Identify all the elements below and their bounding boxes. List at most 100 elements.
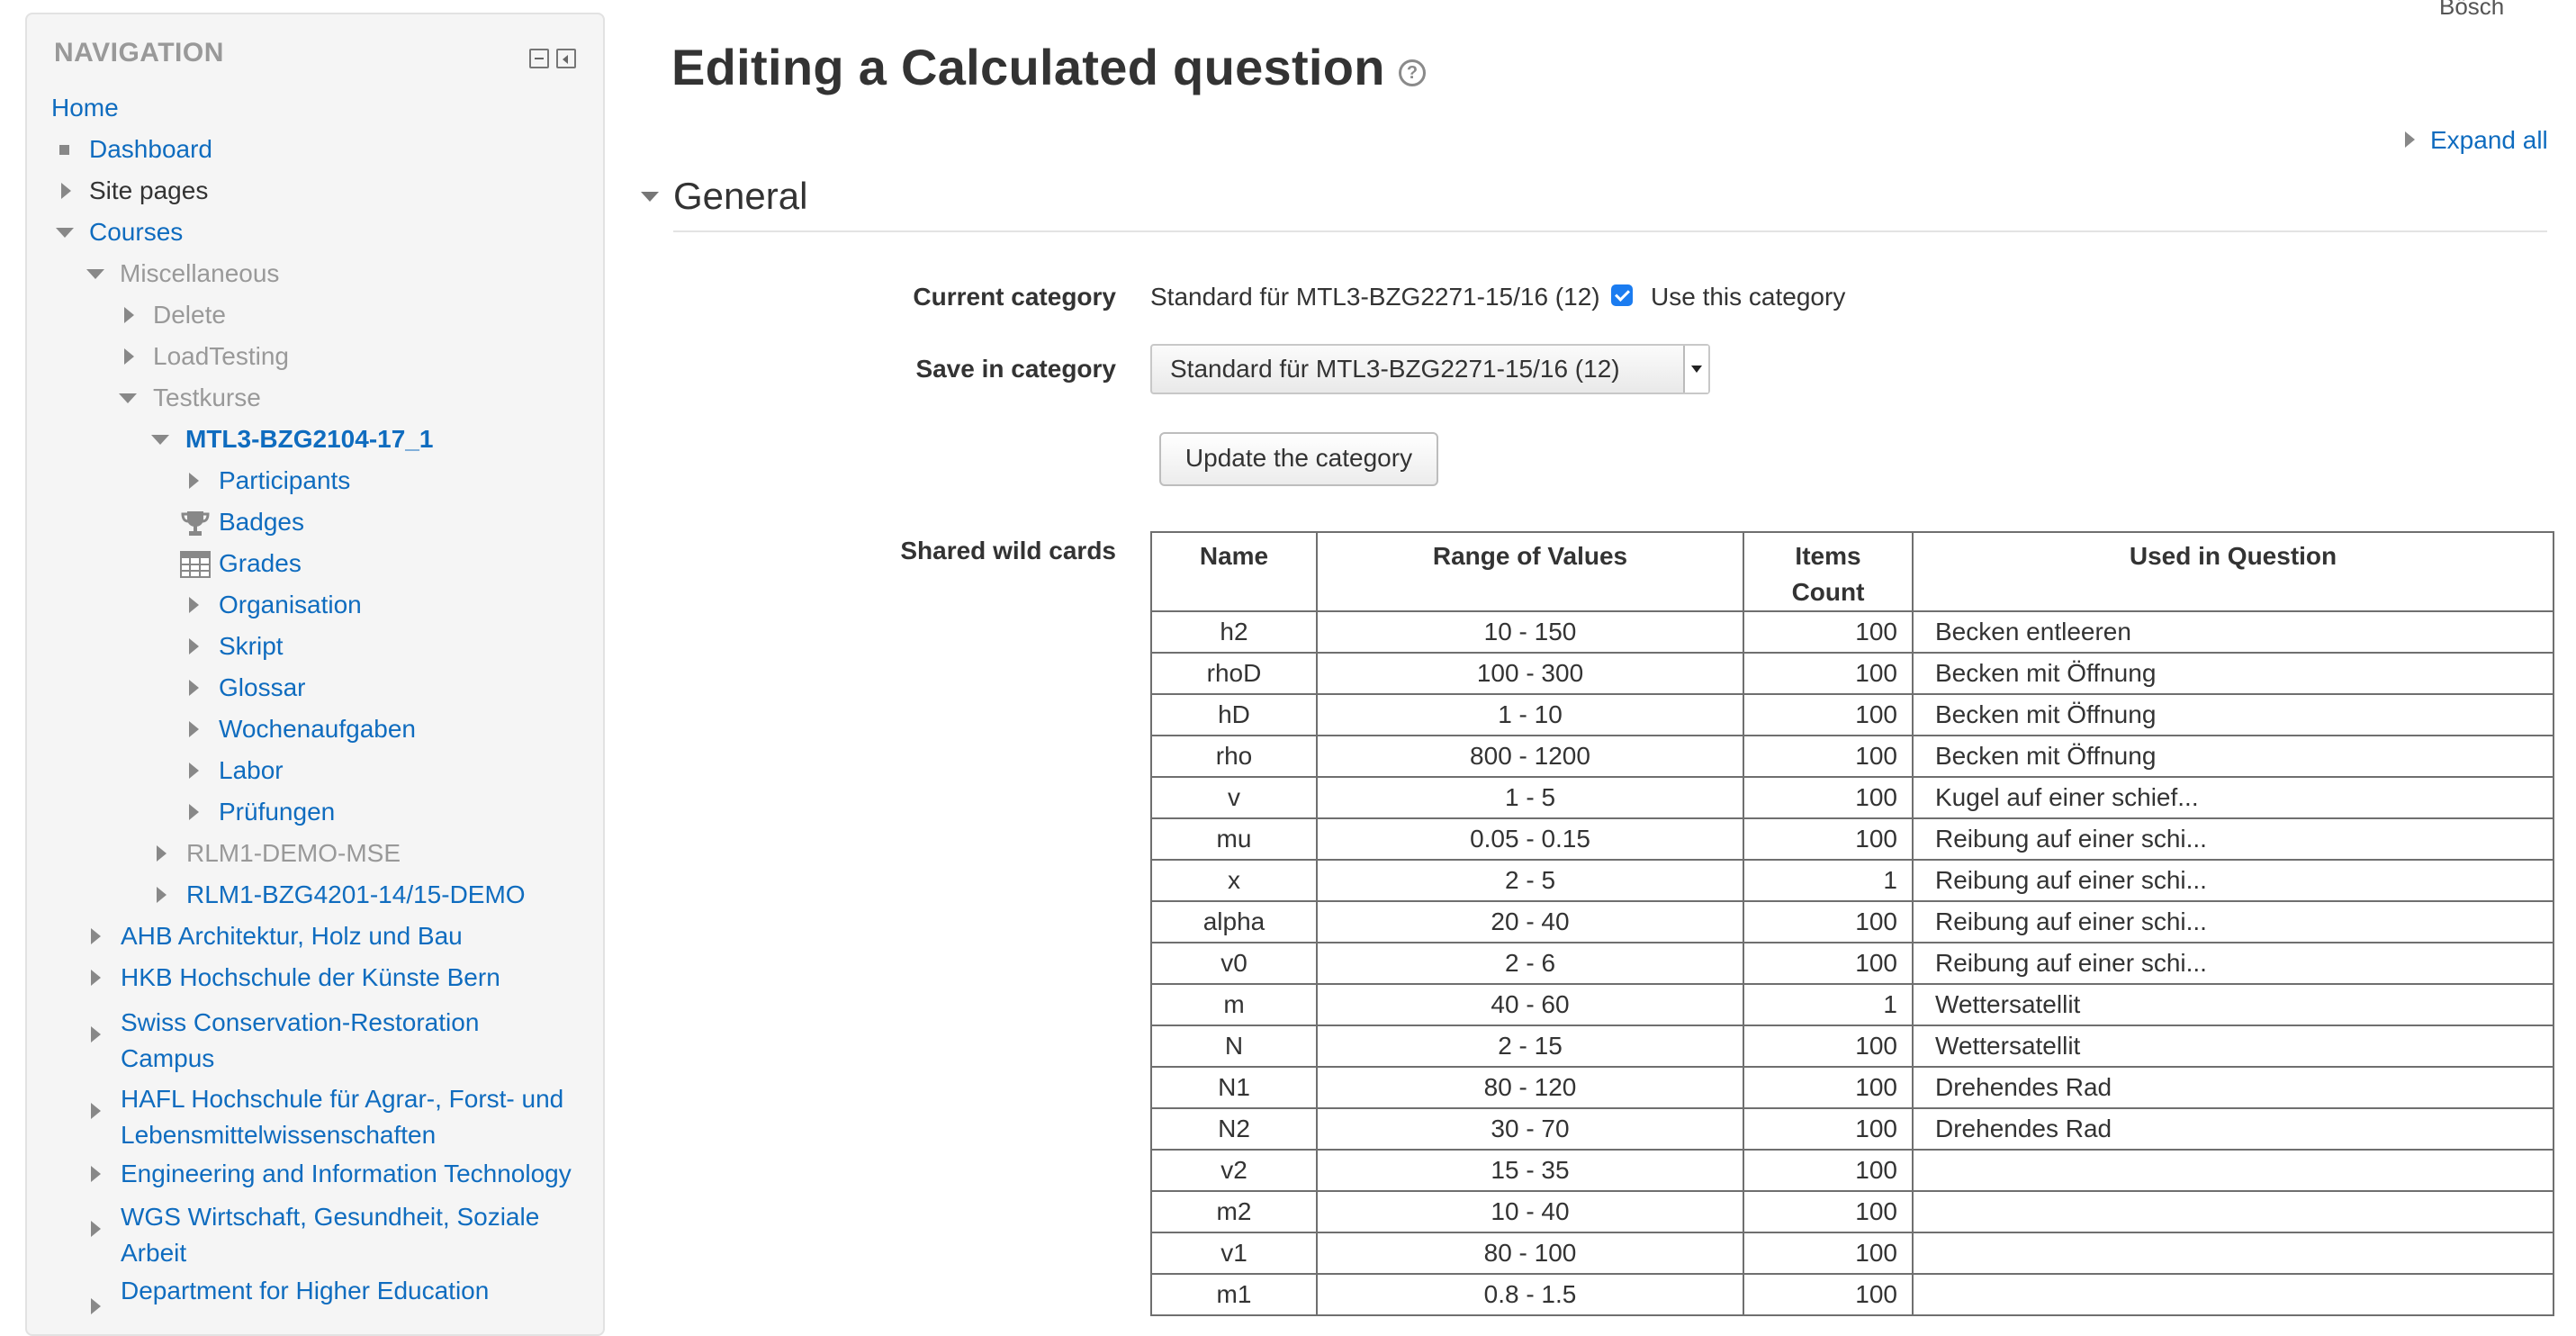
cell-items-count: 100: [1743, 942, 1914, 985]
nav-item-wochenaufgaben[interactable]: Wochenaufgaben: [189, 715, 416, 744]
table-row: alpha 20 - 40 100 Reibung auf einer schi...: [1150, 900, 2554, 943]
expand-icon: [157, 845, 167, 862]
cell-range: 0.05 - 0.15: [1316, 817, 1744, 861]
collapse-icon: [86, 269, 104, 279]
table-row: N1 80 - 120 100 Drehendes Rad: [1150, 1066, 2554, 1109]
expand-icon: [91, 1298, 101, 1314]
section-general-toggle[interactable]: General: [641, 175, 807, 218]
collapse-block-icon[interactable]: [529, 49, 549, 68]
cell-used-in-question: Wettersatellit: [1912, 983, 2554, 1026]
nav-item-participants[interactable]: Participants: [189, 466, 350, 495]
nav-item-label: Delete: [153, 301, 226, 329]
cell-name: x: [1150, 859, 1318, 902]
nav-item-home[interactable]: Home: [51, 94, 119, 122]
cell-items-count: 100: [1743, 1232, 1914, 1275]
nav-item-dashboard[interactable]: Dashboard: [59, 135, 212, 164]
cell-used-in-question: Drehendes Rad: [1912, 1107, 2554, 1151]
nav-item-glossar[interactable]: Glossar: [189, 673, 305, 702]
column-header-range: Range of Values: [1316, 531, 1744, 612]
cell-items-count: 100: [1743, 693, 1914, 736]
cell-name: v2: [1150, 1149, 1318, 1192]
user-name[interactable]: Bösch: [2439, 0, 2504, 21]
help-icon[interactable]: ?: [1399, 59, 1426, 86]
nav-item-higher-education[interactable]: Department for Higher Education: [91, 1277, 490, 1314]
nav-item-label: LoadTesting: [153, 342, 290, 370]
expand-icon: [124, 348, 134, 365]
cell-used-in-question: [1912, 1273, 2554, 1316]
expand-icon: [2405, 131, 2415, 148]
cell-used-in-question: Becken entleeren: [1912, 610, 2554, 654]
nav-item-label: Department for Higher Education: [121, 1277, 490, 1304]
trophy-icon: [181, 511, 210, 536]
cell-used-in-question: Kugel auf einer schief...: [1912, 776, 2554, 819]
nav-item-label: HAFL Hochschule für Agrar-, Forst- und L…: [121, 1081, 563, 1153]
nav-item-skript[interactable]: Skript: [189, 632, 284, 661]
nav-item-badges[interactable]: Badges: [180, 508, 304, 537]
expand-all-link[interactable]: Expand all: [2405, 126, 2548, 155]
cell-items-count: 100: [1743, 735, 1914, 778]
column-header-name: Name: [1150, 531, 1318, 612]
nav-item-label-line1: WGS Wirtschaft, Gesundheit, Soziale: [121, 1203, 540, 1231]
cell-used-in-question: Reibung auf einer schi...: [1912, 942, 2554, 985]
navigation-title: NAVIGATION: [54, 38, 224, 68]
nav-item-rlm1-demo-mse[interactable]: RLM1-DEMO-MSE: [157, 839, 401, 868]
cell-range: 2 - 5: [1316, 859, 1744, 902]
nav-item-labor[interactable]: Labor: [189, 756, 284, 785]
cell-used-in-question: [1912, 1190, 2554, 1233]
cell-range: 30 - 70: [1316, 1107, 1744, 1151]
nav-item-testkurse[interactable]: Testkurse: [119, 384, 261, 412]
shared-wild-cards-label: Shared wild cards: [900, 537, 1116, 564]
use-this-category-label[interactable]: Use this category: [1651, 283, 1845, 311]
bullet-icon: [59, 145, 69, 155]
cell-used-in-question: Becken mit Öffnung: [1912, 693, 2554, 736]
nav-item-current-course[interactable]: MTL3-BZG2104-17_1: [151, 425, 433, 454]
table-row: N2 30 - 70 100 Drehendes Rad: [1150, 1107, 2554, 1151]
save-in-category-label: Save in category: [915, 355, 1116, 383]
dock-block-icon[interactable]: [556, 49, 576, 68]
collapse-icon: [151, 435, 169, 445]
nav-item-courses[interactable]: Courses: [56, 218, 183, 247]
use-this-category-checkbox[interactable]: [1611, 284, 1633, 306]
save-in-category-select[interactable]: Standard für MTL3-BZG2271-15/16 (12): [1150, 344, 1710, 394]
cell-range: 10 - 40: [1316, 1190, 1744, 1233]
cell-items-count: 100: [1743, 1273, 1914, 1316]
nav-item-site-pages[interactable]: Site pages: [59, 176, 208, 205]
table-row: x2 - 5 1 Reibung auf einer schi...: [1150, 859, 2554, 902]
cell-name: v1: [1150, 1232, 1318, 1275]
expand-icon: [91, 1103, 101, 1119]
nav-item-hkb[interactable]: HKB Hochschule der Künste Bern: [91, 963, 500, 992]
cell-name: m2: [1150, 1190, 1318, 1233]
cell-name: alpha: [1150, 900, 1318, 943]
nav-item-organisation[interactable]: Organisation: [189, 591, 362, 619]
current-category-value: Standard für MTL3-BZG2271-15/16 (12): [1150, 283, 1600, 311]
nav-item-grades[interactable]: Grades: [180, 549, 302, 578]
shared-wild-cards-table: Name Range of Values Items Count Used in…: [1150, 531, 2554, 1316]
table-row: v1 - 5 100 Kugel auf einer schief...: [1150, 776, 2554, 819]
table-row: m2 10 - 40 100: [1150, 1190, 2554, 1233]
nav-item-engineering[interactable]: Engineering and Information Technology: [91, 1160, 572, 1188]
nav-item-swiss-conservation[interactable]: Swiss Conservation-Restoration Campus: [91, 1005, 479, 1077]
nav-item-miscellaneous[interactable]: Miscellaneous: [86, 259, 279, 288]
nav-item-hafl[interactable]: HAFL Hochschule für Agrar-, Forst- und L…: [91, 1081, 563, 1153]
update-category-button[interactable]: Update the category: [1159, 432, 1438, 486]
column-header-items-line2: Count: [1791, 578, 1865, 606]
nav-item-ahb[interactable]: AHB Architektur, Holz und Bau: [91, 922, 463, 951]
cell-range: 2 - 6: [1316, 942, 1744, 985]
cell-range: 15 - 35: [1316, 1149, 1744, 1192]
expand-icon: [91, 1026, 101, 1043]
cell-used-in-question: [1912, 1149, 2554, 1192]
nav-item-rlm1-bzg4201[interactable]: RLM1-BZG4201-14/15-DEMO: [157, 880, 526, 909]
nav-item-label: Grades: [219, 549, 302, 577]
nav-item-loadtesting[interactable]: LoadTesting: [124, 342, 289, 371]
cell-items-count: 100: [1743, 652, 1914, 695]
nav-item-label-line1: HAFL Hochschule für Agrar-, Forst- und: [121, 1085, 564, 1113]
nav-item-pruefungen[interactable]: Prüfungen: [189, 798, 335, 826]
nav-item-wgs[interactable]: WGS Wirtschaft, Gesundheit, Soziale Arbe…: [91, 1199, 539, 1271]
cell-items-count: 100: [1743, 1190, 1914, 1233]
nav-item-delete[interactable]: Delete: [124, 301, 226, 329]
expand-icon: [124, 307, 134, 323]
table-header-row: Name Range of Values Items Count Used in…: [1150, 531, 2554, 612]
nav-item-label: Labor: [219, 756, 284, 784]
cell-items-count: 1: [1743, 859, 1914, 902]
table-row: rho 800 - 1200 100 Becken mit Öffnung: [1150, 735, 2554, 778]
